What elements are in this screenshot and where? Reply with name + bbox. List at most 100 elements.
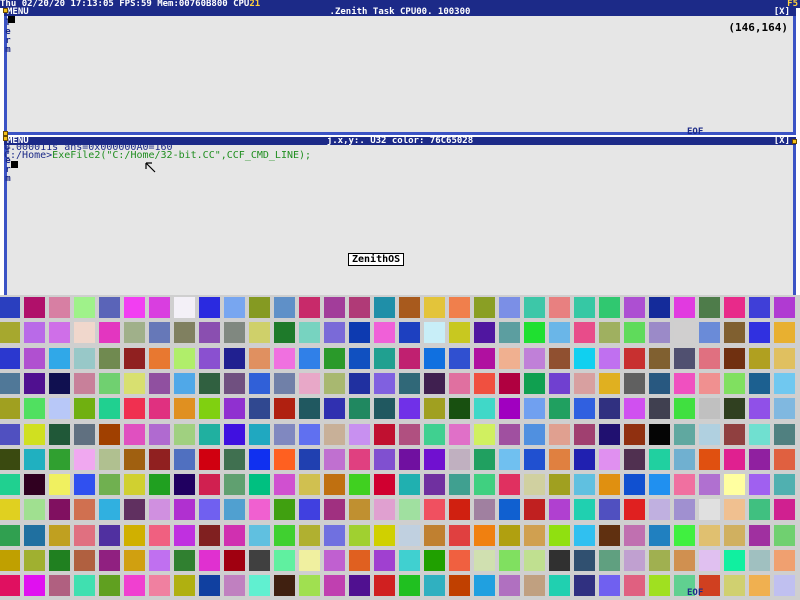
bottom-window-corner-tl[interactable] xyxy=(3,136,8,141)
color-swatch xyxy=(699,322,720,343)
color-swatch xyxy=(449,348,470,369)
color-swatch xyxy=(674,398,695,419)
color-swatch xyxy=(524,398,545,419)
color-swatch xyxy=(249,499,270,520)
color-swatch xyxy=(374,297,395,318)
color-swatch xyxy=(74,373,95,394)
terminal-command[interactable]: ExeFile2("C:/Home/32-bit.CC",CCF_CMD_LIN… xyxy=(52,150,311,161)
status-fps: 59 xyxy=(140,0,152,8)
color-swatch xyxy=(349,398,370,419)
color-swatch xyxy=(124,474,145,495)
color-swatch xyxy=(24,348,45,369)
status-cpu-value: 21 xyxy=(249,0,261,8)
color-swatch xyxy=(574,474,595,495)
color-swatch xyxy=(449,525,470,546)
color-swatch xyxy=(599,424,620,445)
color-swatch xyxy=(124,575,145,596)
color-swatch xyxy=(399,550,420,571)
top-window-bottom-border[interactable] xyxy=(4,132,796,135)
color-swatch xyxy=(149,424,170,445)
color-swatch xyxy=(99,499,120,520)
color-swatch xyxy=(574,398,595,419)
color-swatch xyxy=(399,322,420,343)
color-swatch xyxy=(724,398,745,419)
top-window-right-border[interactable] xyxy=(793,16,796,135)
color-swatch xyxy=(674,449,695,470)
color-swatch xyxy=(549,424,570,445)
color-swatch xyxy=(199,348,220,369)
color-swatch xyxy=(724,297,745,318)
color-swatch xyxy=(199,398,220,419)
color-swatch xyxy=(224,474,245,495)
color-swatch xyxy=(99,424,120,445)
color-swatch xyxy=(499,499,520,520)
color-swatch xyxy=(624,499,645,520)
color-swatch xyxy=(524,525,545,546)
color-swatch xyxy=(374,550,395,571)
color-swatch xyxy=(199,297,220,318)
color-swatch xyxy=(624,575,645,596)
color-swatch xyxy=(274,297,295,318)
color-swatch xyxy=(499,424,520,445)
color-swatch xyxy=(624,322,645,343)
bottom-window-corner-tr[interactable] xyxy=(792,139,797,144)
color-swatch xyxy=(424,499,445,520)
top-window-close-button[interactable]: [X] xyxy=(774,8,790,17)
color-swatch xyxy=(599,348,620,369)
color-swatch xyxy=(499,474,520,495)
color-swatch xyxy=(274,373,295,394)
color-swatch xyxy=(424,474,445,495)
color-swatch xyxy=(524,474,545,495)
color-swatch xyxy=(624,474,645,495)
color-swatch xyxy=(649,297,670,318)
color-swatch xyxy=(749,449,770,470)
color-swatch xyxy=(474,575,495,596)
color-swatch xyxy=(249,449,270,470)
color-swatch xyxy=(99,525,120,546)
color-swatch xyxy=(674,322,695,343)
color-swatch xyxy=(124,449,145,470)
top-task-window[interactable]: MENU .Zenith Task CPU00. 100300 [X] T e … xyxy=(3,8,796,137)
color-swatch xyxy=(249,373,270,394)
color-swatch xyxy=(0,499,20,520)
color-swatch xyxy=(174,424,195,445)
color-swatch xyxy=(549,373,570,394)
color-swatch xyxy=(124,424,145,445)
color-swatch xyxy=(174,322,195,343)
color-swatch xyxy=(149,499,170,520)
color-swatch xyxy=(549,398,570,419)
top-window-titlebar[interactable]: MENU .Zenith Task CPU00. 100300 [X] xyxy=(4,8,796,17)
color-swatch xyxy=(624,398,645,419)
color-swatch xyxy=(24,499,45,520)
color-swatch xyxy=(99,348,120,369)
bottom-window-close-button[interactable]: [X] xyxy=(774,137,790,146)
color-swatch xyxy=(0,575,20,596)
color-swatch xyxy=(574,575,595,596)
terminal-command-line[interactable]: C:/Home>ExeFile2("C:/Home/32-bit.CC",CCF… xyxy=(4,151,311,161)
color-swatch xyxy=(549,550,570,571)
color-swatch xyxy=(549,322,570,343)
color-swatch xyxy=(0,449,20,470)
color-swatch xyxy=(399,398,420,419)
color-swatch xyxy=(224,398,245,419)
color-swatch xyxy=(0,525,20,546)
color-swatch xyxy=(24,474,45,495)
color-swatch xyxy=(224,550,245,571)
mouse-coordinates: (146,164) xyxy=(728,21,788,34)
color-swatch xyxy=(124,499,145,520)
color-swatch xyxy=(574,348,595,369)
color-swatch xyxy=(774,398,795,419)
color-swatch xyxy=(474,322,495,343)
color-swatch xyxy=(649,575,670,596)
color-swatch xyxy=(774,373,795,394)
color-swatch xyxy=(549,474,570,495)
color-swatch xyxy=(199,474,220,495)
color-swatch xyxy=(124,348,145,369)
color-swatch xyxy=(249,550,270,571)
color-swatch xyxy=(599,499,620,520)
color-swatch xyxy=(24,424,45,445)
color-swatch xyxy=(449,322,470,343)
color-swatch xyxy=(574,373,595,394)
color-swatch xyxy=(599,550,620,571)
top-window-corner-tl[interactable] xyxy=(3,8,8,13)
